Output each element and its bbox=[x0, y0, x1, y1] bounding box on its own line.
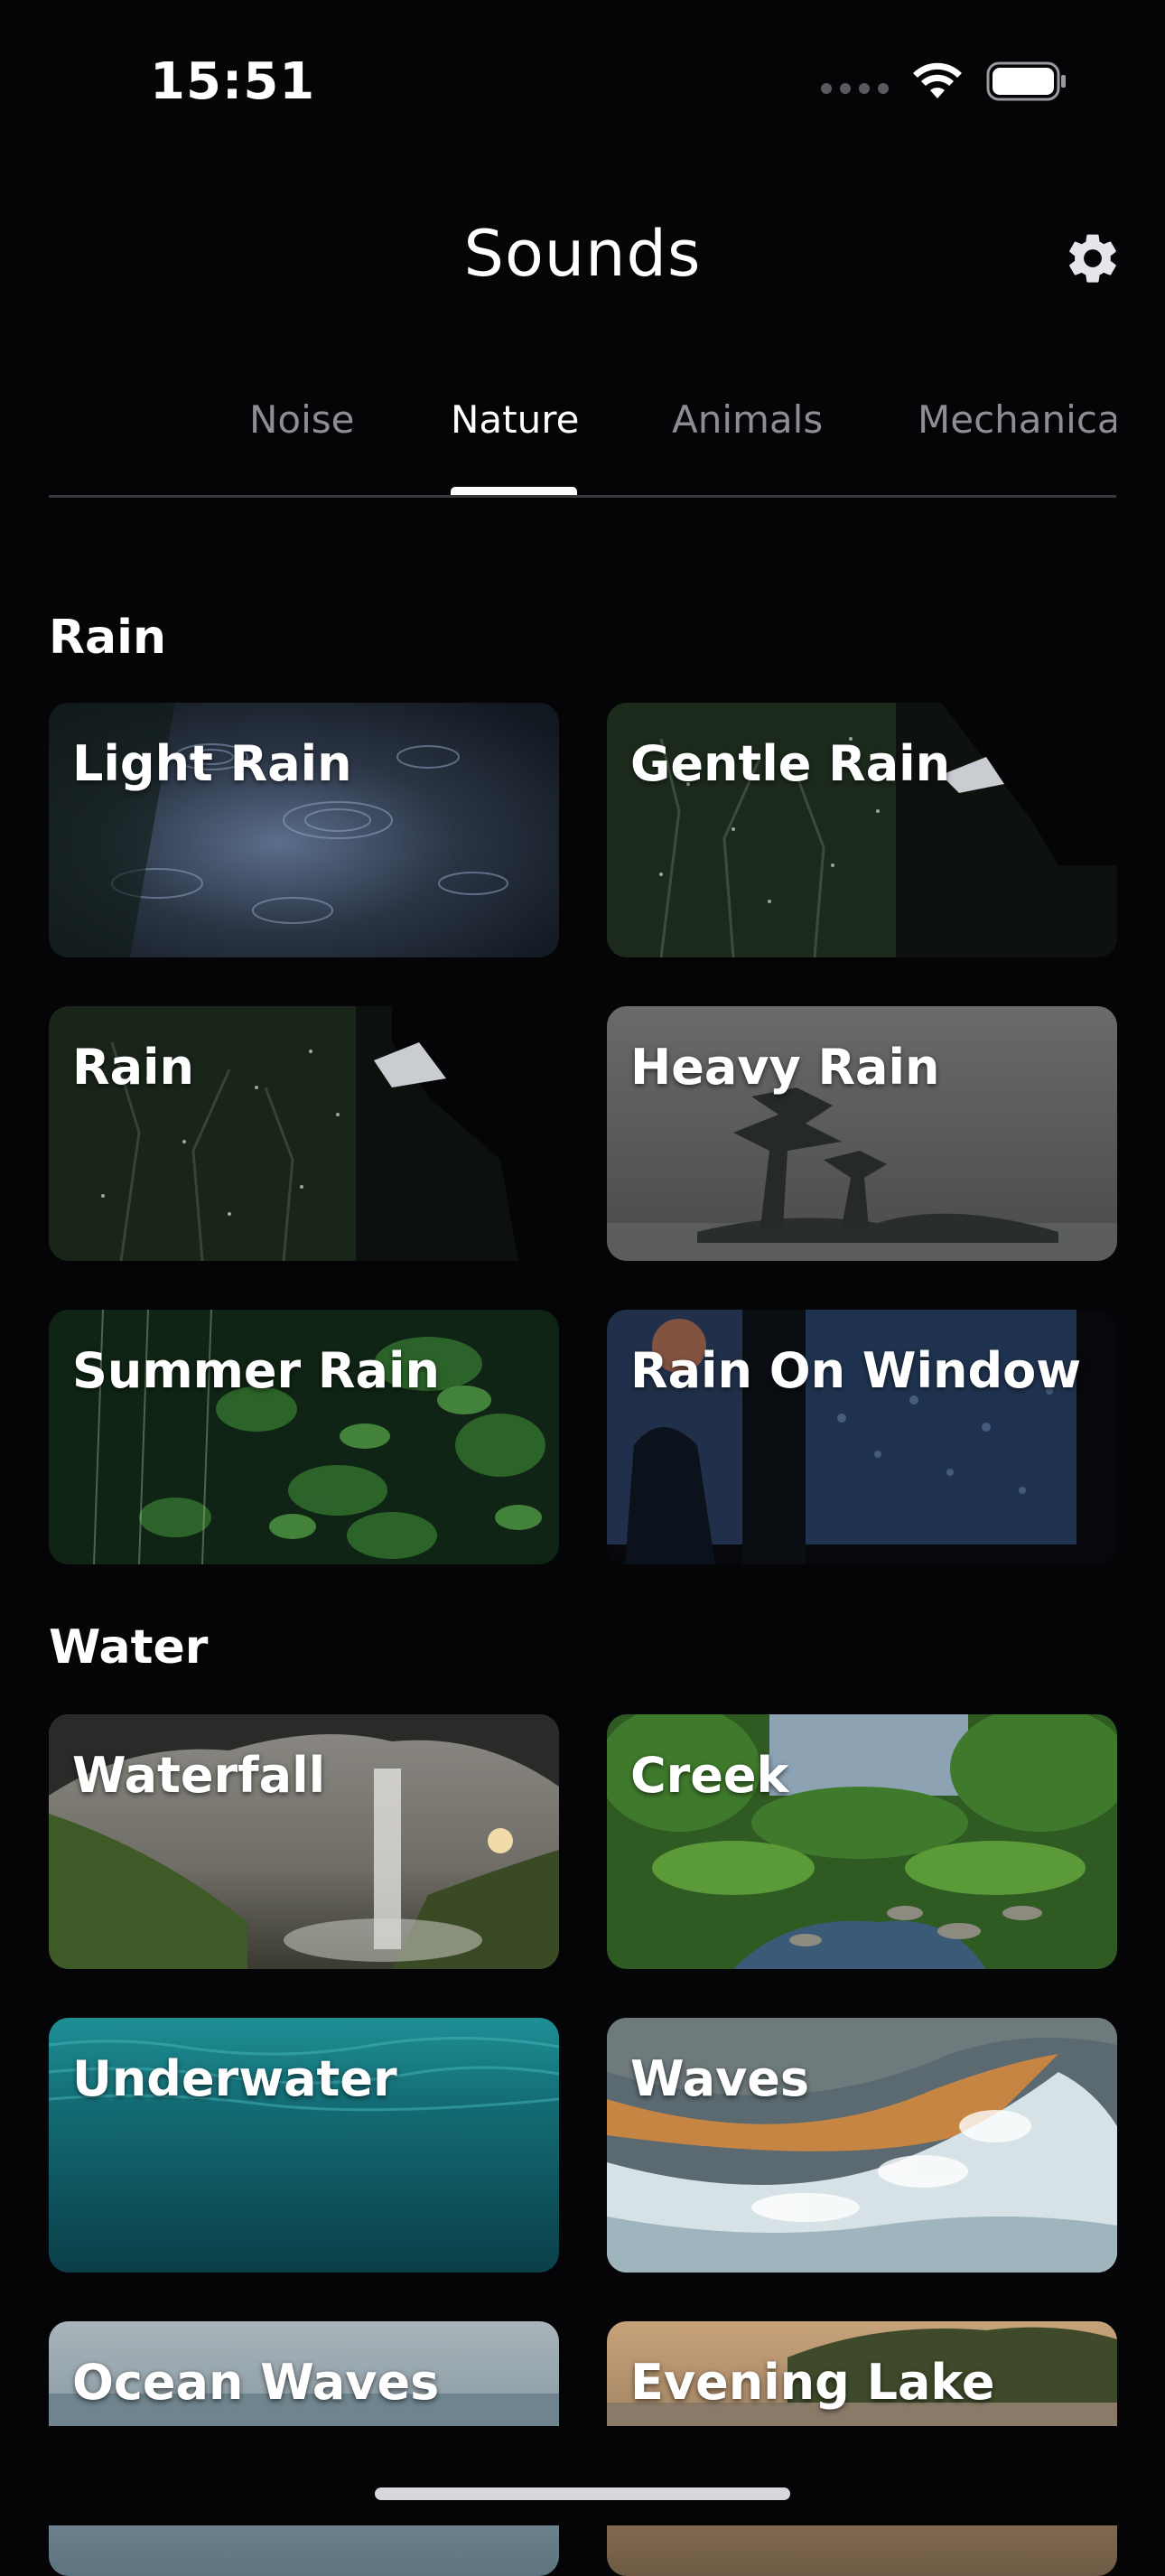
sound-card-label: Rain bbox=[72, 1039, 194, 1096]
wifi-icon bbox=[913, 62, 962, 98]
sound-card-underwater[interactable]: Underwater bbox=[49, 2018, 559, 2273]
sound-card-waterfall[interactable]: Waterfall bbox=[49, 1714, 559, 1969]
status-bar: 15:51 bbox=[0, 0, 1165, 172]
sound-card-creek[interactable]: Creek bbox=[607, 1714, 1117, 1969]
tab-animals[interactable]: Animals bbox=[672, 397, 823, 442]
sound-card-rain-on-window[interactable]: Rain On Window bbox=[607, 1310, 1117, 1564]
bottom-safe-area bbox=[0, 2426, 1165, 2525]
cellular-signal-icon bbox=[821, 83, 889, 94]
sound-card-heavy-rain[interactable]: Heavy Rain bbox=[607, 1006, 1117, 1261]
sound-card-label: Gentle Rain bbox=[630, 735, 951, 792]
settings-button[interactable] bbox=[1060, 226, 1125, 291]
page-title: Sounds bbox=[463, 217, 702, 291]
sound-card-light-rain[interactable]: Light Rain bbox=[49, 703, 559, 957]
header: Sounds bbox=[0, 208, 1165, 307]
tab-noise[interactable]: Noise bbox=[249, 397, 355, 442]
status-time: 15:51 bbox=[150, 52, 316, 111]
category-tabs: Noise Nature Animals Mechanica bbox=[49, 379, 1116, 498]
tab-mechanical[interactable]: Mechanica bbox=[918, 397, 1116, 442]
sound-card-gentle-rain[interactable]: Gentle Rain bbox=[607, 703, 1117, 957]
sound-card-label: Light Rain bbox=[72, 735, 352, 792]
sound-card-label: Waves bbox=[630, 2050, 810, 2107]
sound-card-label: Ocean Waves bbox=[72, 2354, 440, 2411]
sound-card-summer-rain[interactable]: Summer Rain bbox=[49, 1310, 559, 1564]
sound-card-label: Evening Lake bbox=[630, 2354, 995, 2411]
sound-card-waves[interactable]: Waves bbox=[607, 2018, 1117, 2273]
tab-nature[interactable]: Nature bbox=[451, 397, 579, 442]
battery-icon bbox=[986, 61, 1066, 101]
status-icons bbox=[821, 61, 1067, 101]
home-indicator[interactable] bbox=[375, 2487, 790, 2500]
sound-card-label: Heavy Rain bbox=[630, 1039, 940, 1096]
sound-card-label: Underwater bbox=[72, 2050, 397, 2107]
sound-card-label: Waterfall bbox=[72, 1747, 326, 1804]
sound-card-label: Summer Rain bbox=[72, 1342, 440, 1399]
gear-icon bbox=[1069, 234, 1116, 283]
sound-card-label: Creek bbox=[630, 1747, 789, 1804]
sound-card-rain[interactable]: Rain bbox=[49, 1006, 559, 1261]
sound-card-label: Rain On Window bbox=[630, 1342, 1082, 1399]
section-title-water: Water bbox=[49, 1620, 209, 1675]
section-title-rain: Rain bbox=[49, 611, 166, 665]
tab-indicator bbox=[451, 487, 577, 495]
